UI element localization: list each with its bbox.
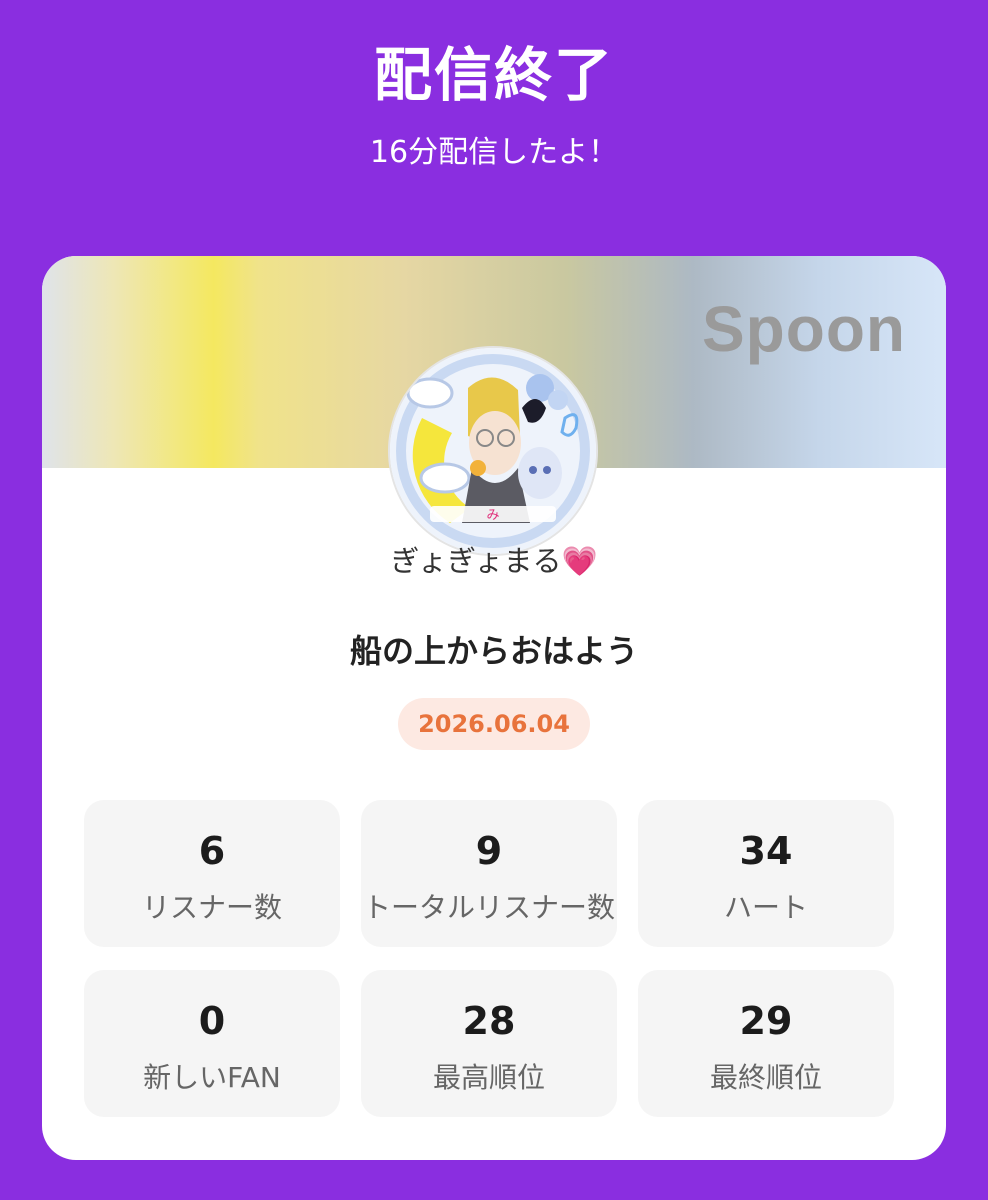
stats-grid: 6 リスナー数 9 トータルリスナー数 34 ハート 0 新しいFAN 28 最… (84, 800, 894, 1117)
username-text: ぎょぎょまる (390, 544, 562, 578)
page-title: 配信終了 (373, 41, 614, 109)
stat-value: 29 (739, 999, 793, 1043)
stat-value: 9 (475, 829, 503, 873)
stat-new-fans: 0 新しいFAN (84, 970, 340, 1117)
stat-highest-rank: 28 最高順位 (361, 970, 617, 1117)
broadcast-summary-card: Spoon み ぎょぎょまる💗 船の上からおはよう 2026.06.04 6 リ… (42, 256, 946, 1160)
broadcast-duration: 16分配信したよ！ (369, 135, 619, 170)
stat-total-listeners: 9 トータルリスナー数 (361, 800, 617, 947)
date-badge: 2026.06.04 (398, 698, 590, 750)
spoon-logo: Spoon (701, 293, 906, 365)
stat-label: リスナー数 (141, 891, 282, 924)
avatar[interactable]: み (388, 346, 598, 556)
username: ぎょぎょまる💗 (42, 538, 946, 580)
stat-value: 28 (462, 999, 516, 1043)
svg-text:み: み (486, 508, 499, 523)
stat-listeners: 6 リスナー数 (84, 800, 340, 947)
stat-value: 34 (739, 829, 793, 873)
stat-label: 最高順位 (432, 1061, 545, 1094)
stat-label: 最終順位 (709, 1061, 822, 1094)
date-container: 2026.06.04 (42, 698, 946, 750)
stat-label: ハート (723, 891, 808, 924)
broadcast-title: 船の上からおはよう (349, 632, 638, 670)
heart-emoji-icon: 💗 (561, 544, 598, 578)
stat-final-rank: 29 最終順位 (638, 970, 894, 1117)
stat-hearts: 34 ハート (638, 800, 894, 947)
stat-label: トータルリスナー数 (362, 891, 615, 924)
stat-label: 新しいFAN (143, 1061, 281, 1094)
avatar-illustration-icon: み (390, 348, 596, 554)
stat-value: 0 (198, 999, 226, 1043)
stat-value: 6 (198, 829, 226, 873)
